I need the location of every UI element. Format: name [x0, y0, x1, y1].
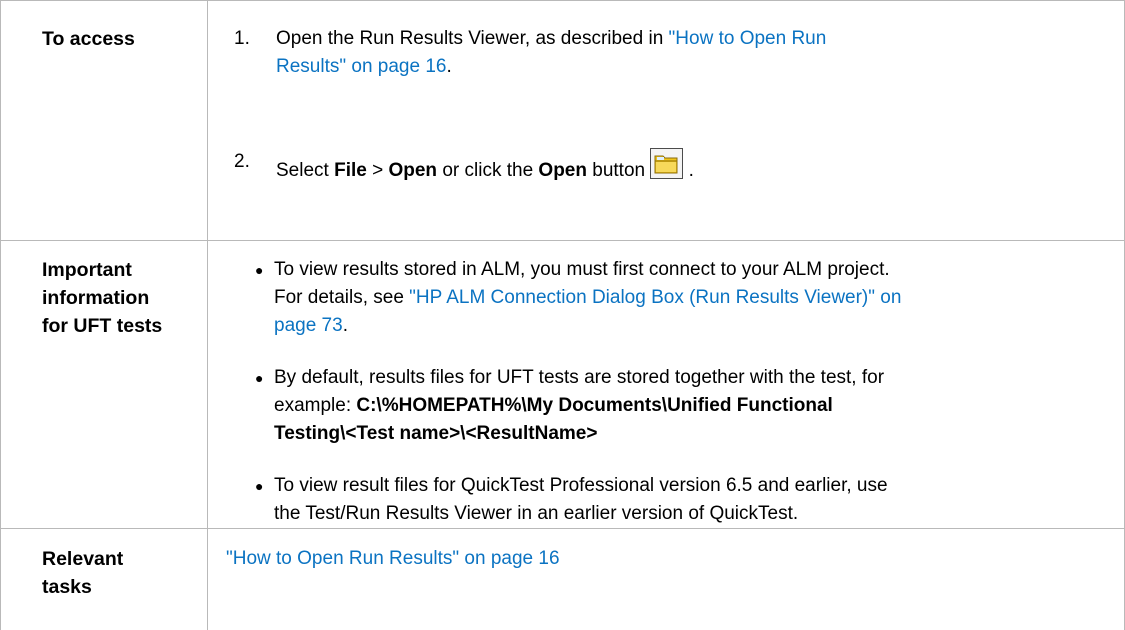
bullet-icon: ●: [255, 262, 264, 278]
menu-open-ref: Open: [388, 160, 438, 181]
info-table: To access 1. Open the Run Results Viewer…: [0, 0, 1125, 630]
how-to-open-run-results-link-cont[interactable]: Results" on page 16: [276, 56, 446, 77]
results-path: C:\%HOMEPATH%\My Documents\Unified Funct…: [356, 395, 833, 416]
step-text: or click the: [437, 160, 539, 181]
step-text: >: [366, 160, 389, 181]
row-label-line: tasks: [42, 576, 92, 598]
row-label-relevant-tasks: Relevant tasks: [42, 545, 123, 601]
table-row-divider: [0, 528, 1124, 529]
bullet-icon: ●: [255, 370, 264, 386]
row-label-important-info: Important information for UFT tests: [42, 256, 162, 340]
step-text: Select: [276, 160, 335, 181]
bullet-text: example:: [274, 395, 357, 416]
results-path-cont: Testing\<Test name>\<ResultName>: [274, 423, 598, 444]
bullet-item: ● To view result files for QuickTest Pro…: [226, 472, 1106, 528]
bullet-item: ● By default, results files for UFT test…: [226, 364, 1106, 448]
bullet-text: By default, results files for UFT tests …: [274, 367, 885, 388]
bullet-text: .: [342, 315, 348, 336]
row-label-line: Relevant: [42, 548, 124, 570]
step-text: .: [683, 160, 694, 181]
bullet-text: To view result files for QuickTest Profe…: [274, 475, 888, 496]
step-number: 2.: [234, 151, 250, 172]
step-text: Open the Run Results Viewer, as describe…: [276, 28, 669, 49]
how-to-open-run-results-link[interactable]: "How to Open Run: [669, 28, 827, 49]
step-number: 1.: [234, 28, 250, 49]
table-border-left: [0, 0, 1, 630]
row-label-line: To access: [42, 28, 135, 50]
alm-connection-dialog-link[interactable]: "HP ALM Connection Dialog Box (Run Resul…: [409, 287, 901, 308]
row-label-to-access: To access: [42, 25, 135, 53]
table-border-top: [0, 0, 1124, 1]
step-text: button: [586, 160, 646, 181]
row-label-line: for UFT tests: [42, 315, 163, 337]
step-text: .: [446, 56, 452, 77]
step-item: 1. Open the Run Results Viewer, as descr…: [226, 25, 1106, 81]
row-content-relevant-tasks: "How to Open Run Results" on page 16: [226, 545, 1106, 573]
bullet-text: To view results stored in ALM, you must …: [274, 259, 890, 280]
bullet-item: ● To view results stored in ALM, you mus…: [226, 256, 1106, 340]
table-row-divider: [0, 240, 1124, 241]
row-content-important-info: ● To view results stored in ALM, you mus…: [226, 256, 1106, 528]
row-label-line: Important: [42, 259, 132, 281]
bullet-text: For details, see: [274, 287, 410, 308]
open-button-ref: Open: [538, 160, 587, 181]
bullet-icon: ●: [255, 478, 264, 494]
row-label-line: information: [42, 287, 150, 309]
relevant-task-link[interactable]: "How to Open Run Results" on page 16: [226, 548, 560, 569]
alm-connection-dialog-link-cont[interactable]: page 73: [274, 315, 343, 336]
menu-file-ref: File: [334, 160, 367, 181]
bullet-text: the Test/Run Results Viewer in an earlie…: [274, 503, 799, 524]
open-button[interactable]: [650, 148, 684, 179]
table-column-divider: [207, 0, 208, 630]
step-item: 2. Select File > Open or click the Open …: [226, 148, 1106, 185]
row-content-to-access: 1. Open the Run Results Viewer, as descr…: [226, 25, 1106, 185]
folder-open-icon: [654, 155, 678, 174]
